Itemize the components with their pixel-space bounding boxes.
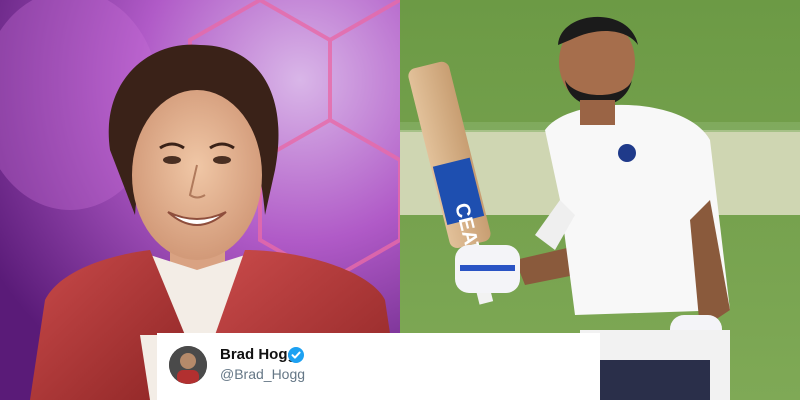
avatar[interactable] (169, 346, 207, 384)
avatar-image (169, 346, 207, 384)
tweet-author-handle[interactable]: @Brad_Hogg (220, 366, 305, 382)
tweet-author-name[interactable]: Brad Hogg (220, 346, 297, 363)
verified-badge-icon (288, 347, 304, 363)
tweet-card[interactable]: Brad Hogg @Brad_Hogg (157, 333, 600, 400)
